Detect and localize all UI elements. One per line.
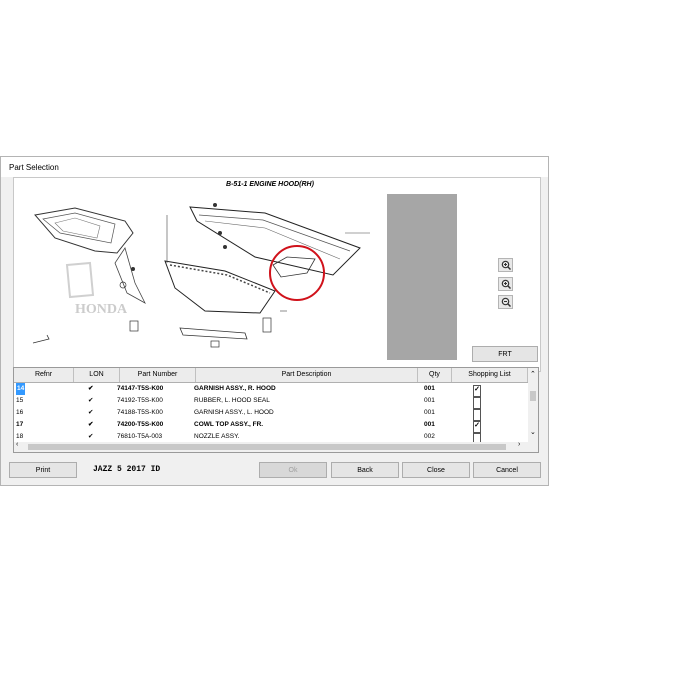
scroll-thumb[interactable] xyxy=(530,391,536,401)
cell-lon: ✔ xyxy=(88,421,94,428)
cell-part-number: 74188-T5S-K00 xyxy=(117,409,163,416)
frt-button[interactable]: FRT xyxy=(472,346,538,362)
cell-refnr: 16 xyxy=(16,409,24,416)
header-lon[interactable]: LON xyxy=(74,368,120,382)
cancel-button[interactable]: Cancel xyxy=(473,462,541,478)
back-button[interactable]: Back xyxy=(331,462,399,478)
cell-refnr: 15 xyxy=(16,397,24,404)
watermark-logo: HONDA xyxy=(75,302,128,317)
cell-lon: ✔ xyxy=(88,385,94,392)
part-selection-window: Part Selection B-51-1 ENGINE HOOD(RH) HO… xyxy=(0,156,549,486)
vertical-scrollbar[interactable]: ⌃ ⌄ xyxy=(528,368,538,452)
scroll-down-icon[interactable]: ⌄ xyxy=(530,428,536,436)
zoom-out-button[interactable] xyxy=(498,295,513,309)
zoom-fit-icon xyxy=(501,260,511,270)
ok-button[interactable]: Ok xyxy=(259,462,327,478)
cell-part-description: GARNISH ASSY., R. HOOD xyxy=(194,385,276,392)
cell-refnr: 14 xyxy=(16,383,26,395)
diagram-title: B-51-1 ENGINE HOOD(RH) xyxy=(226,181,314,188)
zoom-in-button[interactable] xyxy=(498,277,513,291)
cell-qty: 001 xyxy=(424,385,435,392)
scroll-right-icon[interactable]: › xyxy=(518,441,520,448)
table-row[interactable]: 14 ✔ 74147-T5S-K00 GARNISH ASSY., R. HOOD 00… xyxy=(14,383,528,397)
cell-lon: ✔ xyxy=(88,397,94,404)
vehicle-label: JAZZ 5 2017 ID xyxy=(93,465,161,474)
table-row[interactable]: 17 ✔ 74200-T5S-K00 COWL TOP ASSY., FR. 001 ✓ xyxy=(14,419,528,433)
parts-table: Refnr LON Part Number Part Description Q… xyxy=(13,367,539,453)
cell-qty: 001 xyxy=(424,397,435,404)
table-row[interactable]: 16 ✔ 74188-T5S-K00 GARNISH ASSY., L. HOOD 00… xyxy=(14,407,528,421)
cell-part-description: RUBBER, L. HOOD SEAL xyxy=(194,397,270,404)
zoom-in-icon xyxy=(501,279,511,289)
hscroll-thumb[interactable] xyxy=(28,444,506,450)
window-title: Part Selection xyxy=(9,163,59,172)
cell-part-number: 74200-T5S-K00 xyxy=(117,421,164,428)
cell-qty: 001 xyxy=(424,421,435,428)
zoom-fit-button[interactable] xyxy=(498,258,513,272)
parts-diagram-svg: HONDA xyxy=(32,203,370,348)
cell-part-description: GARNISH ASSY., L. HOOD xyxy=(194,409,274,416)
header-qty[interactable]: Qty xyxy=(418,368,452,382)
header-refnr[interactable]: Refnr xyxy=(14,368,74,382)
cell-part-number: 74192-T5S-K00 xyxy=(117,397,163,404)
table-row[interactable]: 15 ✔ 74192-T5S-K00 RUBBER, L. HOOD SEAL 001 xyxy=(14,395,528,409)
cell-lon: ✔ xyxy=(88,409,94,416)
cell-part-description: COWL TOP ASSY., FR. xyxy=(194,421,264,428)
print-button[interactable]: Print xyxy=(9,462,77,478)
zoom-out-icon xyxy=(501,297,511,307)
title-bar: Part Selection xyxy=(1,157,548,177)
parts-diagram[interactable]: HONDA xyxy=(15,193,383,363)
header-part-number[interactable]: Part Number xyxy=(120,368,196,382)
scroll-up-icon[interactable]: ⌃ xyxy=(530,370,536,378)
header-shopping-list[interactable]: Shopping List xyxy=(452,368,528,382)
close-button[interactable]: Close xyxy=(402,462,470,478)
cell-qty: 001 xyxy=(424,409,435,416)
header-part-description[interactable]: Part Description xyxy=(196,368,418,382)
scroll-left-icon[interactable]: ‹ xyxy=(16,441,18,448)
horizontal-scrollbar[interactable]: ‹ › xyxy=(14,441,528,452)
table-header: Refnr LON Part Number Part Description Q… xyxy=(14,368,528,383)
cell-part-number: 74147-T5S-K00 xyxy=(117,385,164,392)
diagram-side-panel xyxy=(387,194,457,360)
cell-refnr: 17 xyxy=(16,421,24,428)
